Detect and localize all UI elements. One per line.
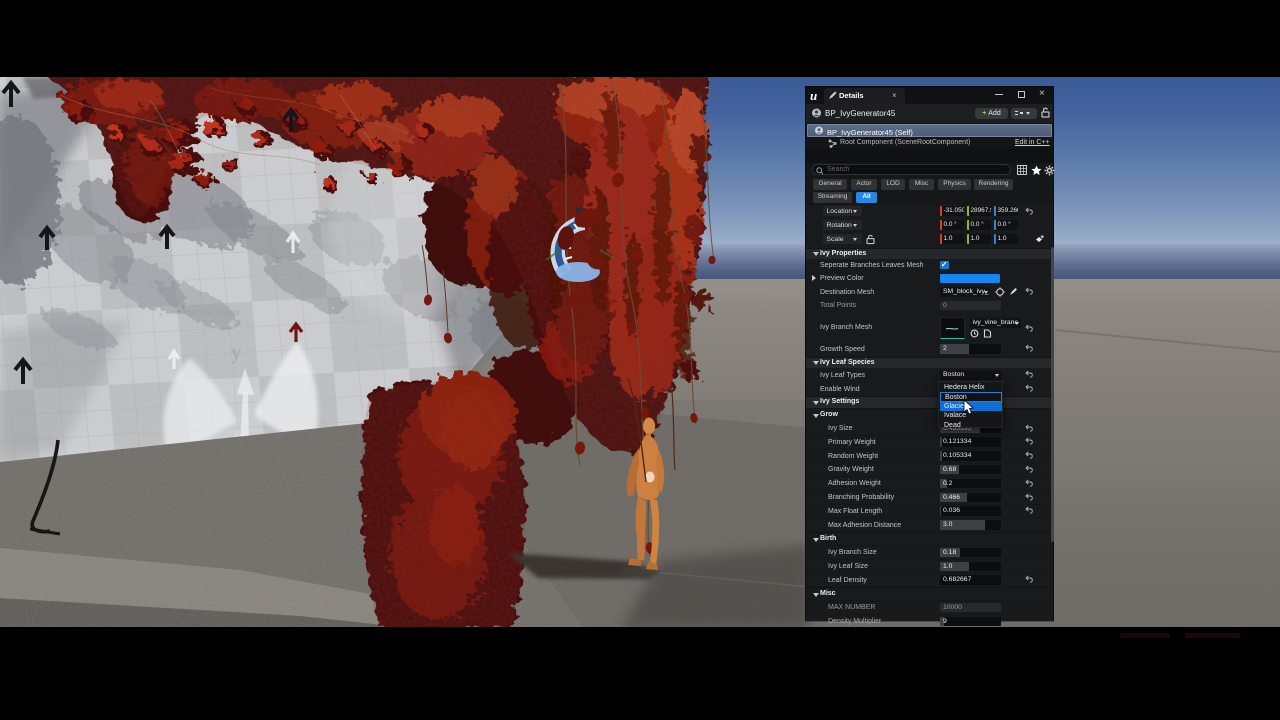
- svg-text:y: y: [231, 340, 242, 364]
